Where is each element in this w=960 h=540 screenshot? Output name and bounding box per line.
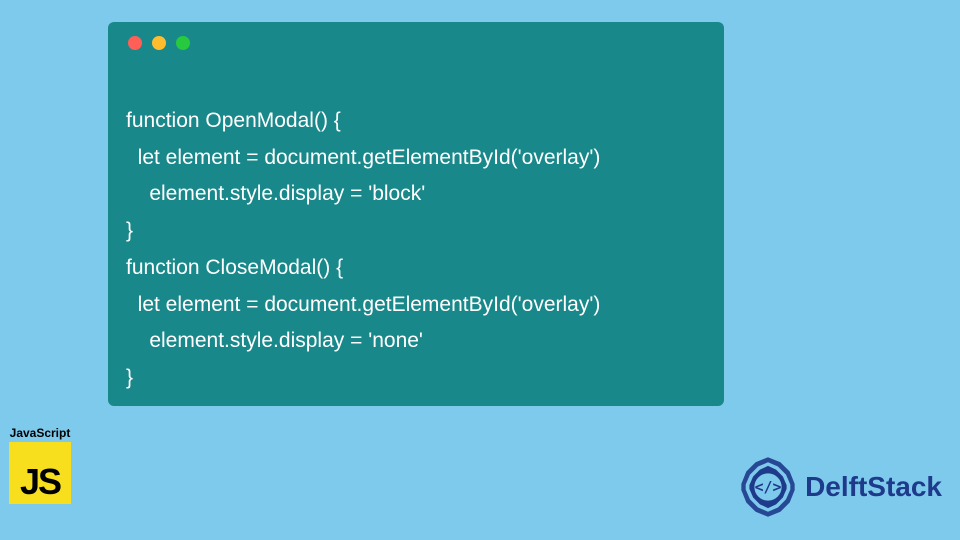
brand-name: DelftStack xyxy=(805,471,942,503)
code-line: element.style.display = 'block' xyxy=(126,182,425,205)
brand-logo: </> DelftStack xyxy=(737,456,942,518)
code-block: function OpenModal() { let element = doc… xyxy=(126,66,706,397)
code-window: function OpenModal() { let element = doc… xyxy=(108,22,724,406)
javascript-label: JavaScript xyxy=(0,426,80,440)
code-line: function OpenModal() { xyxy=(126,109,341,132)
maximize-icon xyxy=(176,36,190,50)
code-line: element.style.display = 'none' xyxy=(126,329,423,352)
close-icon xyxy=(128,36,142,50)
code-line: } xyxy=(126,219,133,242)
javascript-logo-text: JS xyxy=(20,464,60,504)
minimize-icon xyxy=(152,36,166,50)
javascript-logo-icon: JS xyxy=(9,442,71,504)
window-controls xyxy=(128,36,706,50)
code-line: function CloseModal() { xyxy=(126,256,343,279)
code-line: let element = document.getElementById('o… xyxy=(126,293,600,316)
code-line: } xyxy=(126,366,133,389)
svg-text:</>: </> xyxy=(755,478,782,496)
code-line: let element = document.getElementById('o… xyxy=(126,146,600,169)
javascript-badge: JavaScript JS xyxy=(0,426,80,504)
delftstack-icon: </> xyxy=(737,456,799,518)
